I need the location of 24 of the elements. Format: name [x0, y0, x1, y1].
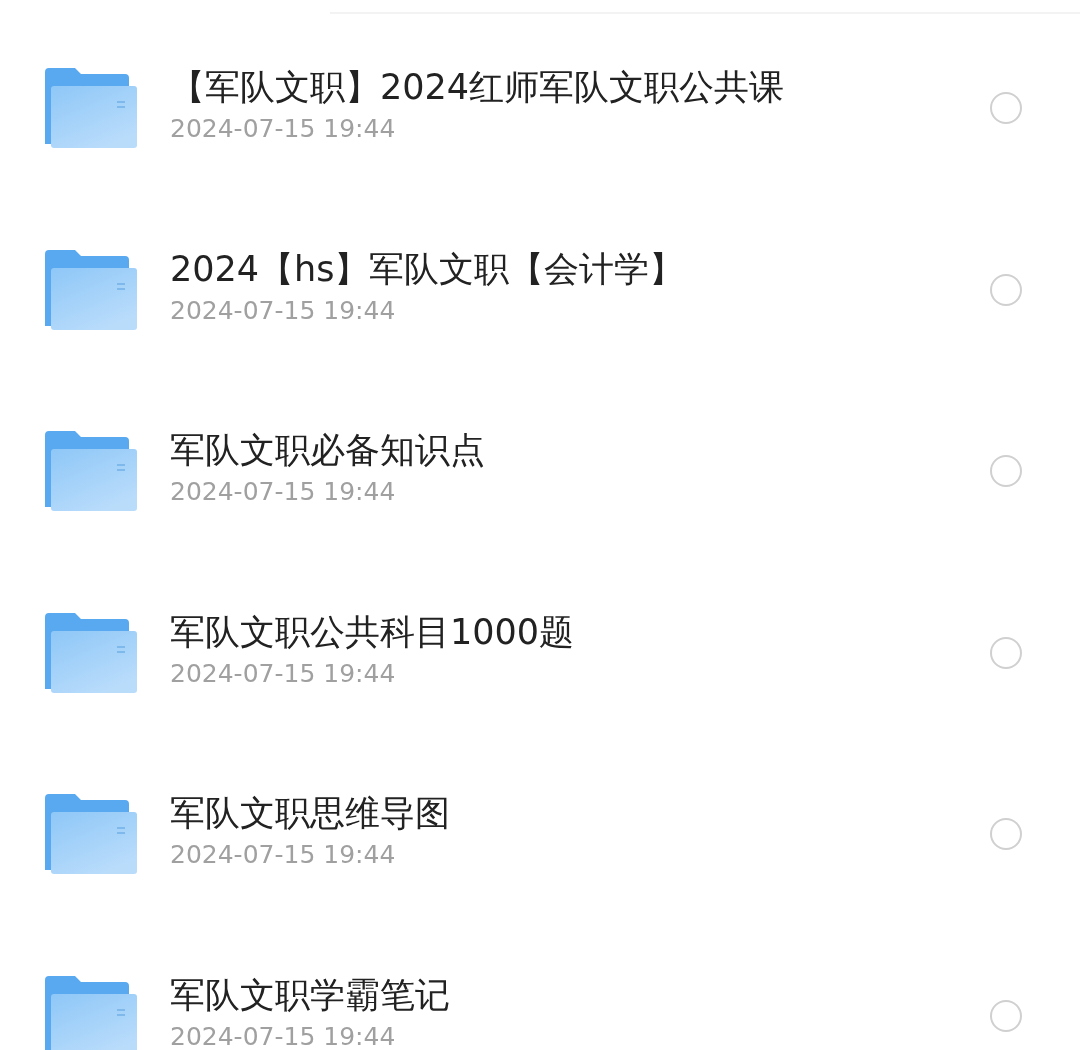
folder-name[interactable]: 军队文职思维导图 — [170, 790, 990, 836]
select-radio[interactable] — [990, 999, 1022, 1032]
folder-icon — [45, 68, 137, 150]
modified-date: 2024-07-15 19:44 — [170, 1020, 397, 1050]
select-radio[interactable] — [990, 92, 1022, 124]
folder-icon — [45, 249, 137, 332]
folder-icon — [45, 794, 137, 876]
folder-icon — [45, 612, 137, 695]
select-radio[interactable] — [990, 818, 1022, 850]
folder-name[interactable]: 军队文职公共科目1000题 — [170, 608, 990, 655]
modified-date: 2024-07-15 19:44 — [170, 294, 397, 327]
folder-name[interactable]: 【军队文职】2024红师军队文职公共课 — [170, 64, 990, 110]
folder-icon — [45, 975, 137, 1050]
folder-name[interactable]: 2024【hs】军队文职【会计学】 — [170, 245, 990, 292]
select-radio[interactable] — [990, 636, 1022, 669]
folder-icon — [45, 431, 137, 513]
modified-date: 2024-07-15 19:44 — [170, 839, 397, 871]
modified-date: 2024-07-15 19:44 — [170, 476, 397, 508]
modified-date: 2024-07-15 19:44 — [170, 657, 397, 690]
folder-name[interactable]: 军队文职必备知识点 — [170, 427, 990, 473]
select-radio[interactable] — [990, 455, 1022, 487]
modified-date: 2024-07-15 19:44 — [170, 113, 397, 145]
select-radio[interactable] — [990, 273, 1022, 306]
folder-name[interactable]: 军队文职学霸笔记 — [170, 971, 990, 1018]
